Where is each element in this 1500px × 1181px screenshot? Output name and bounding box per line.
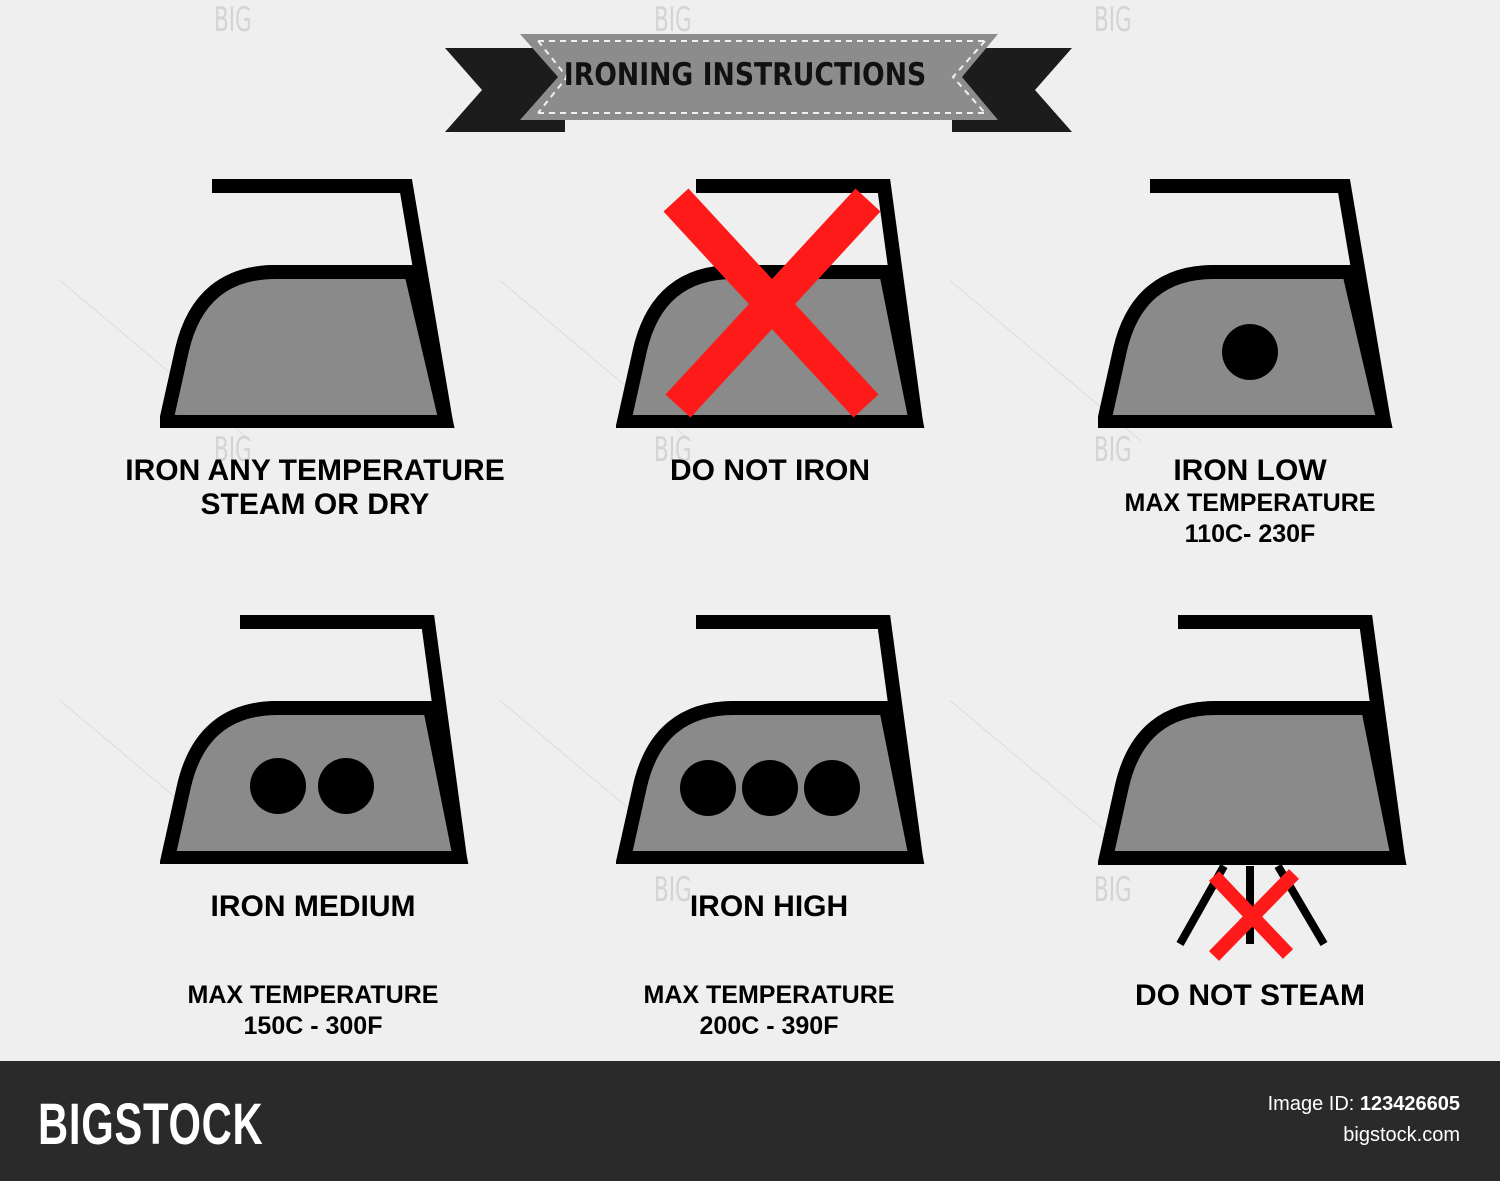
label-sub: STEAM OR DRY: [200, 488, 430, 521]
iron-any-temperature-icon: [160, 179, 455, 428]
title-banner: IRONING INSTRUCTIONS: [0, 0, 1500, 150]
label-main: IRON MEDIUM: [210, 890, 416, 923]
iron-high-icon: [616, 615, 925, 864]
label-temperature: 200C - 390F: [699, 1012, 839, 1040]
label-iron-medium: IRON MEDIUM: [88, 890, 538, 924]
page-title: IRONING INSTRUCTIONS: [563, 57, 927, 93]
label-iron-medium-temp: MAX TEMPERATURE 150C - 300F: [88, 980, 538, 1042]
heat-dot: [680, 760, 736, 816]
label-main: IRON LOW: [1173, 454, 1327, 487]
image-id-label: Image ID:: [1267, 1093, 1355, 1115]
footer-bar: BIGSTOCK Image ID: 123426605 bigstock.co…: [0, 1061, 1500, 1181]
image-id-line: Image ID: 123426605: [1268, 1093, 1460, 1116]
label-main: IRON ANY TEMPERATURE: [125, 454, 505, 487]
heat-dot: [250, 758, 306, 814]
heat-dot: [742, 760, 798, 816]
label-iron-high-temp: MAX TEMPERATURE 200C - 390F: [544, 980, 994, 1042]
iron-low-icon: [1098, 179, 1393, 428]
label-temperature: 110C- 230F: [1184, 520, 1316, 548]
do-not-iron-icon: [616, 179, 925, 428]
image-id-value: 123426605: [1359, 1093, 1460, 1115]
heat-dot: [804, 760, 860, 816]
do-not-steam-icon: [1098, 615, 1407, 961]
label-do-not-steam: DO NOT STEAM: [1025, 979, 1475, 1013]
site-link[interactable]: bigstock.com: [1343, 1124, 1460, 1147]
label-sub: MAX TEMPERATURE: [1124, 489, 1376, 517]
label-iron-high: IRON HIGH: [544, 890, 994, 924]
label-do-not-iron: DO NOT IRON: [545, 454, 995, 488]
iron-medium-icon: [160, 615, 469, 864]
label-iron-any-temperature: IRON ANY TEMPERATURE STEAM OR DRY: [90, 454, 540, 522]
bigstock-logo: BIGSTOCK: [38, 1092, 264, 1157]
label-main: DO NOT IRON: [670, 454, 870, 487]
label-iron-low: IRON LOW MAX TEMPERATURE 110C- 230F: [1025, 454, 1475, 550]
label-main: IRON HIGH: [689, 890, 849, 923]
label-sub: MAX TEMPERATURE: [187, 981, 439, 1009]
label-sub: MAX TEMPERATURE: [643, 981, 895, 1009]
heat-dot: [1222, 324, 1278, 380]
label-main: DO NOT STEAM: [1135, 979, 1365, 1012]
heat-dot: [318, 758, 374, 814]
label-temperature: 150C - 300F: [243, 1012, 383, 1040]
